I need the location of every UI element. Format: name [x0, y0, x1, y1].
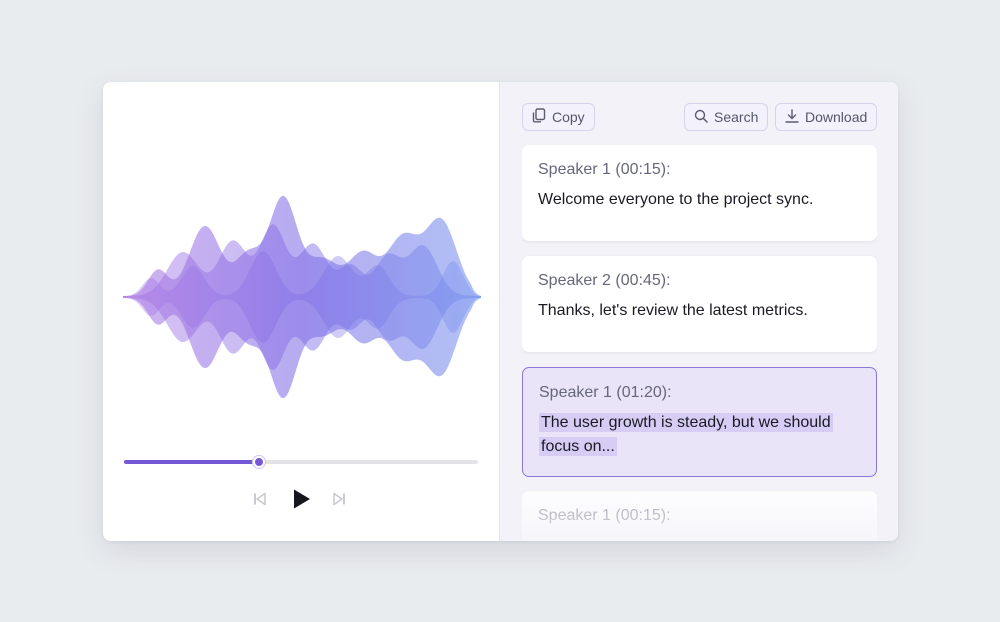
speaker-timestamp: Speaker 1 (00:15):	[538, 161, 671, 178]
transcript-text: Thanks, let's review the latest metrics.	[538, 302, 808, 319]
download-button-label: Download	[805, 109, 868, 125]
speaker-timestamp: Speaker 1 (00:15):	[538, 507, 671, 524]
copy-button[interactable]: Copy	[522, 103, 595, 131]
playback-progress-bar[interactable]	[124, 456, 478, 468]
transcript-list[interactable]: Speaker 1 (00:15): Welcome everyone to t…	[522, 145, 877, 541]
copy-button-label: Copy	[552, 109, 585, 125]
playback-controls	[103, 488, 499, 512]
audio-waveform[interactable]	[123, 192, 481, 402]
search-button[interactable]: Search	[684, 103, 768, 131]
search-button-label: Search	[714, 109, 759, 125]
progress-handle[interactable]	[252, 456, 265, 468]
transcript-entry[interactable]: Speaker 1 (00:15):	[522, 491, 877, 541]
skip-previous-icon[interactable]	[253, 492, 267, 511]
transcript-entry[interactable]: Speaker 1 (00:15): Welcome everyone to t…	[522, 145, 877, 241]
search-icon	[694, 109, 708, 126]
progress-fill	[124, 460, 259, 464]
download-button[interactable]: Download	[775, 103, 877, 131]
download-icon	[785, 108, 799, 126]
transcript-entry[interactable]: Speaker 2 (00:45): Thanks, let's review …	[522, 256, 877, 352]
play-icon[interactable]	[292, 488, 312, 515]
speaker-timestamp: Speaker 1 (01:20):	[539, 384, 672, 401]
audio-player-panel	[103, 82, 500, 541]
transcript-panel: Copy Search Download Speaker 1 (00:15): …	[500, 82, 898, 541]
copy-icon	[532, 108, 546, 126]
transcript-text: The user growth is steady, but we should…	[539, 411, 860, 459]
highlighted-text: The user growth is steady, but we should…	[539, 413, 833, 456]
transcript-text: Welcome everyone to the project sync.	[538, 191, 814, 208]
waveform-layers	[123, 195, 481, 399]
speaker-timestamp: Speaker 2 (00:45):	[538, 272, 671, 289]
transcription-window: Copy Search Download Speaker 1 (00:15): …	[103, 82, 898, 541]
transcript-entry-active[interactable]: Speaker 1 (01:20): The user growth is st…	[522, 367, 877, 477]
skip-next-icon[interactable]	[332, 492, 346, 511]
